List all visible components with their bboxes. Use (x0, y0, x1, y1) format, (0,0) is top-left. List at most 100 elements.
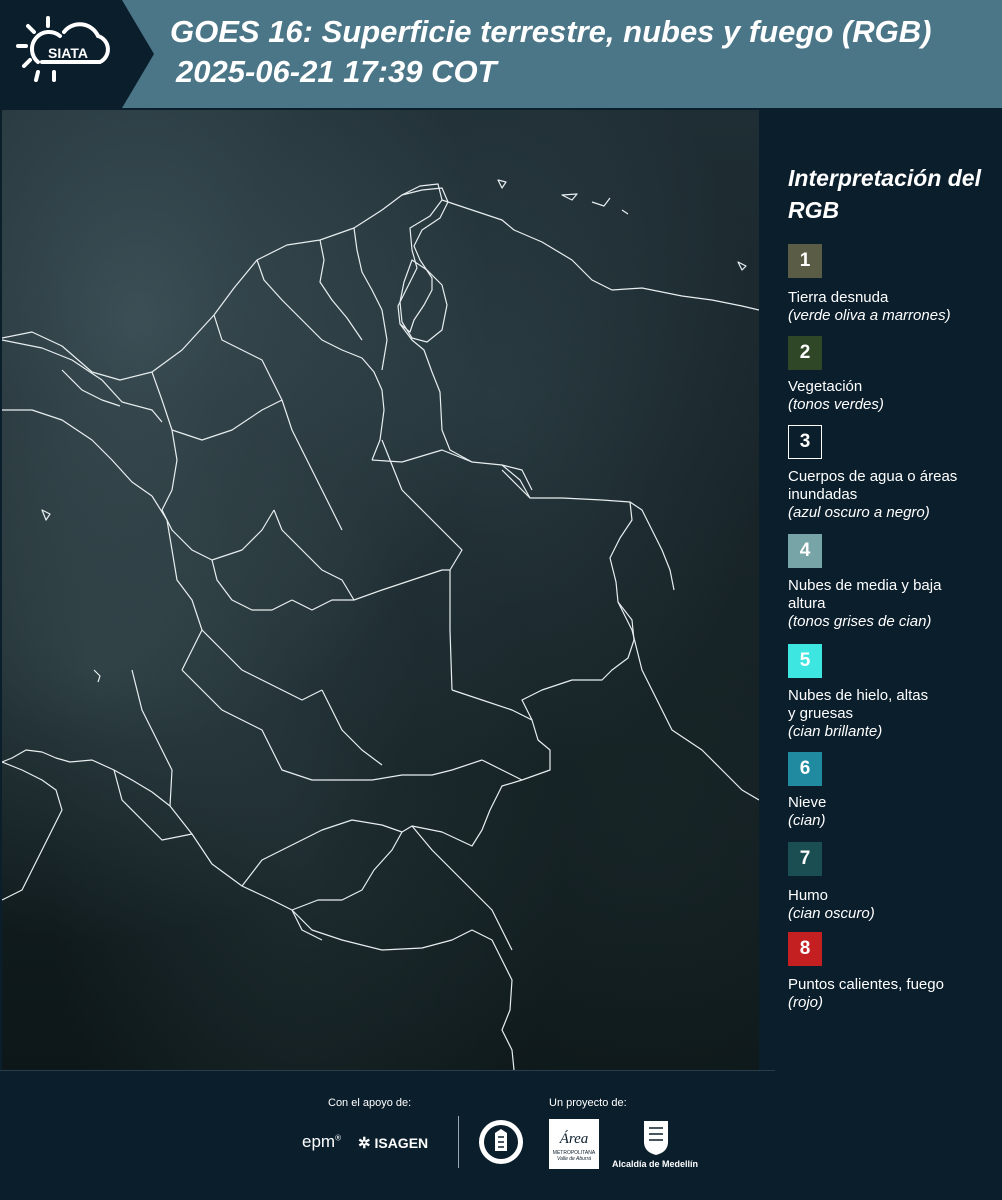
legend-swatch-1: 1 (788, 244, 822, 278)
header-bar: SIATA GOES 16: Superficie terrestre, nub… (0, 0, 1002, 108)
satellite-map[interactable] (2, 110, 759, 1070)
dept-line-3 (256, 259, 363, 359)
legend-number: 8 (799, 938, 811, 959)
legend-item-8: Puntos calientes, fuego (rojo) (788, 976, 998, 1012)
dept-line-19 (131, 669, 173, 807)
dept-line-20 (113, 769, 193, 841)
colombia-boundaries (2, 179, 759, 1070)
area-logo-text: Área (559, 1131, 589, 1147)
legend-swatch-8: 8 (788, 932, 822, 966)
island-2 (591, 197, 611, 207)
legend-swatch-6: 6 (788, 752, 822, 786)
legend-desc: (cian) (788, 812, 826, 829)
maracaibo-lake (399, 259, 448, 343)
island-7 (93, 669, 101, 683)
page-timestamp: 2025-06-21 17:39 COT (176, 54, 497, 89)
dept-line-16 (181, 669, 483, 781)
legend-item-6: Nieve (cian) (788, 794, 998, 830)
footer-separator (458, 1116, 459, 1168)
isagen-text: ISAGEN (374, 1135, 429, 1151)
dept-line-23 (481, 759, 523, 781)
epm-text: epm (302, 1132, 336, 1151)
logo-block: SIATA (0, 0, 122, 108)
epm-logo[interactable]: epm® (302, 1132, 341, 1152)
legend-swatch-3: 3 (788, 425, 822, 459)
legend-item-5: Nubes de hielo, altas y gruesas (cian br… (788, 687, 938, 741)
legend-item-2: Vegetación (tonos verdes) (788, 378, 998, 414)
area-logo-subtext2: Valle de Aburrá (556, 1156, 592, 1162)
legend-item-7: Humo (cian oscuro) (788, 887, 998, 923)
dept-line-5 (353, 227, 388, 371)
venezuela-north-coast (441, 199, 759, 311)
dept-line-2 (213, 314, 283, 401)
dept-line-22 (451, 689, 533, 721)
amazon-border (411, 825, 513, 951)
legend-swatch-2: 2 (788, 336, 822, 370)
venezuela-south-border (617, 601, 759, 801)
dept-line-11 (273, 509, 355, 601)
legend-name: Nieve (788, 794, 827, 811)
medellin-shield-icon[interactable] (641, 1118, 671, 1156)
dept-line-12 (151, 495, 203, 671)
page-title: GOES 16: Superficie terrestre, nubes y f… (170, 14, 932, 49)
legend-number: 2 (799, 342, 811, 363)
legend-name: Cuerpos de agua o áreas inundadas (788, 468, 958, 503)
dept-line-21 (241, 819, 403, 887)
legend-swatch-4: 4 (788, 534, 822, 568)
dept-line-7 (161, 429, 275, 561)
legend-number: 5 (799, 650, 811, 671)
island-6 (41, 509, 51, 521)
dept-line-6 (361, 357, 385, 461)
dept-line-18 (201, 629, 323, 701)
dept-line-17 (321, 689, 383, 766)
brazil-border (629, 501, 675, 591)
legend-swatch-5: 5 (788, 644, 822, 678)
venezuela-coast (399, 187, 449, 333)
area-metropolitana-logo[interactable]: Área METROPOLITANA Valle de Aburrá (549, 1119, 599, 1169)
legend-swatch-7: 7 (788, 842, 822, 876)
legend-number: 7 (799, 848, 811, 869)
legend-desc: (tonos grises de cian) (788, 613, 932, 630)
legend-item-1: Tierra desnuda (verde oliva a marrones) (788, 289, 998, 325)
siata-logo-icon: SIATA (16, 16, 110, 82)
legend-name: Nubes de hielo, altas y gruesas (788, 687, 929, 722)
medellin-text: Alcaldía de Medellín (612, 1159, 699, 1169)
legend-name: Humo (788, 887, 829, 904)
island-4 (497, 179, 507, 189)
legend-desc: (cian oscuro) (788, 905, 875, 922)
ecuador-coast (2, 761, 63, 901)
legend-name: Puntos calientes, fuego (788, 976, 944, 993)
panama-coast-south (2, 409, 153, 497)
dept-line-15 (449, 570, 453, 691)
island-3 (621, 209, 629, 215)
legend-desc: (verde oliva a marrones) (788, 307, 951, 324)
legend-number: 1 (799, 250, 811, 271)
dept-line-14 (291, 569, 450, 611)
support-label: Con el apoyo de: (328, 1097, 412, 1109)
logo-arrow (122, 0, 154, 108)
gobernacion-seal-icon[interactable] (477, 1117, 525, 1167)
legend-title: Interpretación del RGB (788, 165, 981, 223)
legend-name: Tierra desnuda (788, 289, 889, 306)
legend-desc: (cian brillante) (788, 723, 883, 740)
legend-number: 4 (799, 540, 811, 561)
island-5 (737, 261, 747, 271)
footer-divider (0, 1070, 775, 1071)
legend-item-3: Cuerpos de agua o áreas inundadas (azul … (788, 468, 958, 522)
dept-line-10 (381, 439, 463, 571)
logo-text: SIATA (48, 45, 88, 61)
dept-line-4 (319, 239, 363, 341)
isagen-icon: ✲ (358, 1135, 371, 1152)
dept-line-13 (211, 559, 293, 611)
legend-desc: (rojo) (788, 994, 824, 1011)
legend-number: 6 (799, 758, 811, 779)
legend-name: Nubes de media y baja altura (788, 577, 942, 612)
legend-desc: (azul oscuro a negro) (788, 504, 930, 521)
legend-desc: (tonos verdes) (788, 396, 884, 413)
dept-line-1 (151, 371, 283, 441)
island-1 (561, 193, 578, 201)
colombia-border (2, 183, 635, 911)
legend-item-4: Nubes de media y baja altura (tonos gris… (788, 577, 953, 631)
isagen-logo[interactable]: ✲ ISAGEN (358, 1134, 428, 1152)
dept-line-8 (281, 399, 343, 531)
